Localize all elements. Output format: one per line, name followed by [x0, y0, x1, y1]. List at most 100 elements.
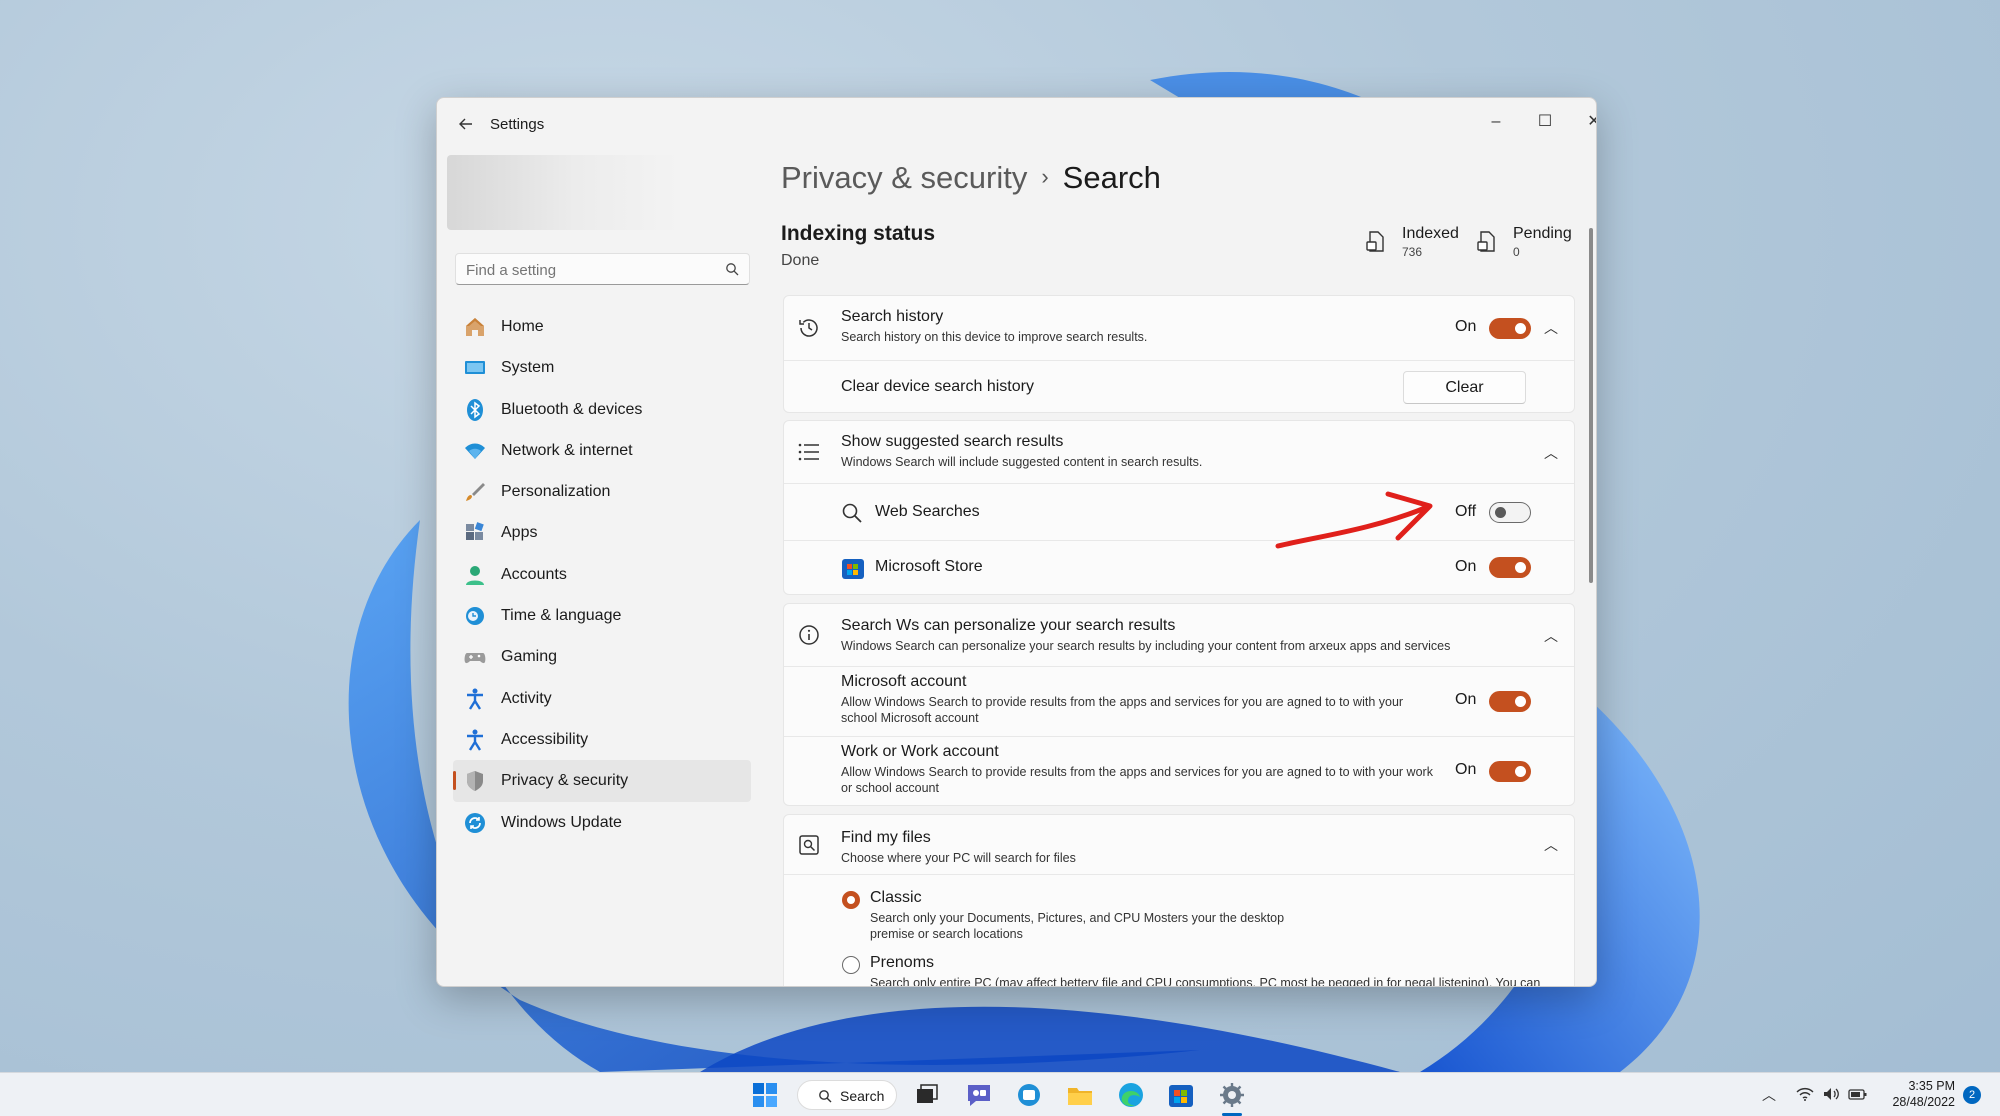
- search-history-toggle[interactable]: [1489, 318, 1531, 339]
- chevron-up-icon[interactable]: ︿: [1544, 835, 1558, 855]
- microsoft-account-row: Microsoft account Allow Windows Search t…: [784, 667, 1574, 737]
- sidebar-item-apps[interactable]: Apps: [453, 512, 751, 553]
- brush-icon: [466, 483, 485, 502]
- personalize-results-row[interactable]: Search Ws can personalize your search re…: [784, 604, 1574, 667]
- user-profile-card[interactable]: [447, 155, 679, 230]
- apps-icon: [466, 522, 484, 541]
- settings-search[interactable]: [455, 253, 750, 285]
- clear-button[interactable]: Clear: [1403, 371, 1526, 404]
- sidebar-item-home[interactable]: Home: [453, 306, 751, 347]
- sidebar-item-activity[interactable]: Activity: [453, 678, 751, 719]
- wifi-icon[interactable]: [1796, 1086, 1814, 1102]
- document-lock-icon: [1477, 231, 1495, 252]
- sidebar-item-label: Home: [501, 318, 544, 335]
- search-icon: [819, 1090, 832, 1103]
- microsoft-store-icon[interactable]: [1166, 1081, 1196, 1109]
- shield-icon: [467, 771, 483, 792]
- settings-gear-icon[interactable]: [1217, 1081, 1247, 1109]
- widgets-icon[interactable]: [1014, 1081, 1044, 1109]
- taskbar-search-label: Search: [840, 1088, 885, 1104]
- sidebar-item-time-language[interactable]: Time & language: [453, 595, 751, 636]
- work-account-state: On: [1455, 761, 1477, 778]
- microsoft-store-row: Microsoft Store On: [784, 541, 1574, 594]
- find-files-icon: [799, 835, 819, 855]
- edge-icon[interactable]: [1116, 1081, 1146, 1109]
- web-searches-state: Off: [1455, 503, 1477, 520]
- taskbar-search[interactable]: Search: [797, 1080, 897, 1110]
- work-account-row: Work or Work account Allow Windows Searc…: [784, 737, 1574, 805]
- work-account-desc: Allow Windows Search to provide results …: [841, 765, 1433, 795]
- sidebar-item-system[interactable]: System: [453, 347, 751, 388]
- bluetooth-icon: [467, 398, 483, 421]
- chevron-up-icon[interactable]: ︿: [1544, 626, 1558, 646]
- sidebar-item-label: Bluetooth & devices: [501, 400, 643, 418]
- find-setting-input[interactable]: [466, 258, 706, 282]
- minimize-button[interactable]: –: [1473, 106, 1519, 138]
- microsoft-account-toggle[interactable]: [1489, 691, 1531, 712]
- sidebar-item-network[interactable]: Network & internet: [453, 430, 751, 471]
- list-icon: [798, 443, 819, 461]
- indexing-status-value: Done: [781, 252, 820, 269]
- search-history-state: On: [1455, 318, 1477, 335]
- sidebar-item-windows-update[interactable]: Windows Update: [453, 802, 751, 843]
- find-my-files-desc: Choose where your PC will search for fil…: [841, 851, 1076, 865]
- clock-globe-icon: [466, 607, 484, 626]
- suggested-results-row[interactable]: Show suggested search results Windows Se…: [784, 421, 1574, 484]
- microsoft-store-toggle[interactable]: [1489, 557, 1531, 578]
- prenoms-desc: Search only entire PC (may affect better…: [870, 976, 1541, 987]
- sidebar-item-bluetooth[interactable]: Bluetooth & devices: [453, 389, 751, 430]
- sidebar-item-label: Accounts: [501, 565, 567, 583]
- web-searches-toggle[interactable]: [1489, 502, 1531, 523]
- sidebar-item-gaming[interactable]: Gaming: [453, 636, 751, 677]
- sidebar-item-label: Personalization: [501, 483, 611, 501]
- chevron-up-icon[interactable]: ︿: [1544, 443, 1558, 463]
- microsoft-account-desc: Allow Windows Search to provide results …: [841, 695, 1404, 725]
- indexed-value: 736: [1402, 245, 1423, 259]
- sidebar-item-label: Privacy & security: [501, 772, 629, 790]
- pending-value: 0: [1513, 245, 1520, 259]
- chevron-up-icon[interactable]: ︿: [1762, 1085, 1776, 1105]
- close-button[interactable]: ✕: [1571, 106, 1596, 138]
- work-account-title: Work or Work account: [841, 743, 999, 760]
- search-icon: [726, 263, 739, 276]
- sidebar-item-privacy-security[interactable]: Privacy & security: [453, 760, 751, 802]
- start-icon[interactable]: [750, 1081, 780, 1109]
- chat-icon[interactable]: [964, 1081, 994, 1109]
- back-button[interactable]: [451, 112, 481, 140]
- chevron-up-icon[interactable]: ︿: [1544, 318, 1558, 338]
- person-icon: [466, 565, 484, 585]
- sidebar-item-label: Windows Update: [501, 813, 622, 831]
- clock[interactable]: 3:35 PM 28/48/2022: [1877, 1078, 1955, 1110]
- sidebar-item-accessibility[interactable]: Accessibility: [453, 719, 751, 760]
- prenoms-radio[interactable]: [842, 956, 860, 974]
- maximize-button[interactable]: ☐: [1522, 106, 1568, 138]
- title-bar: Settings – ☐ ✕: [437, 98, 1596, 152]
- indexing-status-title: Indexing status: [781, 222, 936, 245]
- sidebar-item-label: Accessibility: [501, 730, 589, 748]
- battery-icon[interactable]: [1848, 1086, 1868, 1102]
- classic-radio[interactable]: [842, 891, 860, 909]
- file-explorer-icon[interactable]: [1065, 1081, 1095, 1109]
- search-history-title: Search history: [841, 308, 944, 325]
- scrollbar[interactable]: [1589, 228, 1593, 583]
- classic-label: Classic: [870, 889, 922, 906]
- microsoft-store-state: On: [1455, 558, 1477, 575]
- work-account-toggle[interactable]: [1489, 761, 1531, 782]
- find-my-files-row[interactable]: Find my files Choose where your PC will …: [784, 815, 1574, 875]
- sidebar-item-personalization[interactable]: Personalization: [453, 471, 751, 512]
- activity-icon: [467, 688, 483, 710]
- search-history-row[interactable]: Search history Search history on this de…: [784, 296, 1574, 361]
- sidebar-item-accounts[interactable]: Accounts: [453, 554, 751, 595]
- sidebar-item-label: Activity: [501, 689, 552, 707]
- suggested-results-card: Show suggested search results Windows Se…: [783, 420, 1575, 595]
- breadcrumb-separator: ›: [1041, 164, 1049, 189]
- app-title: Settings: [490, 116, 545, 133]
- task-view-icon[interactable]: [912, 1081, 942, 1109]
- suggested-results-desc: Windows Search will include suggested co…: [841, 455, 1203, 469]
- page-title: Search: [1062, 160, 1161, 195]
- volume-icon[interactable]: [1822, 1086, 1840, 1102]
- breadcrumb-parent[interactable]: Privacy & security: [781, 160, 1027, 195]
- notification-badge[interactable]: 2: [1963, 1086, 1981, 1104]
- search-icon: [842, 503, 862, 523]
- microsoft-store-icon: [842, 559, 864, 579]
